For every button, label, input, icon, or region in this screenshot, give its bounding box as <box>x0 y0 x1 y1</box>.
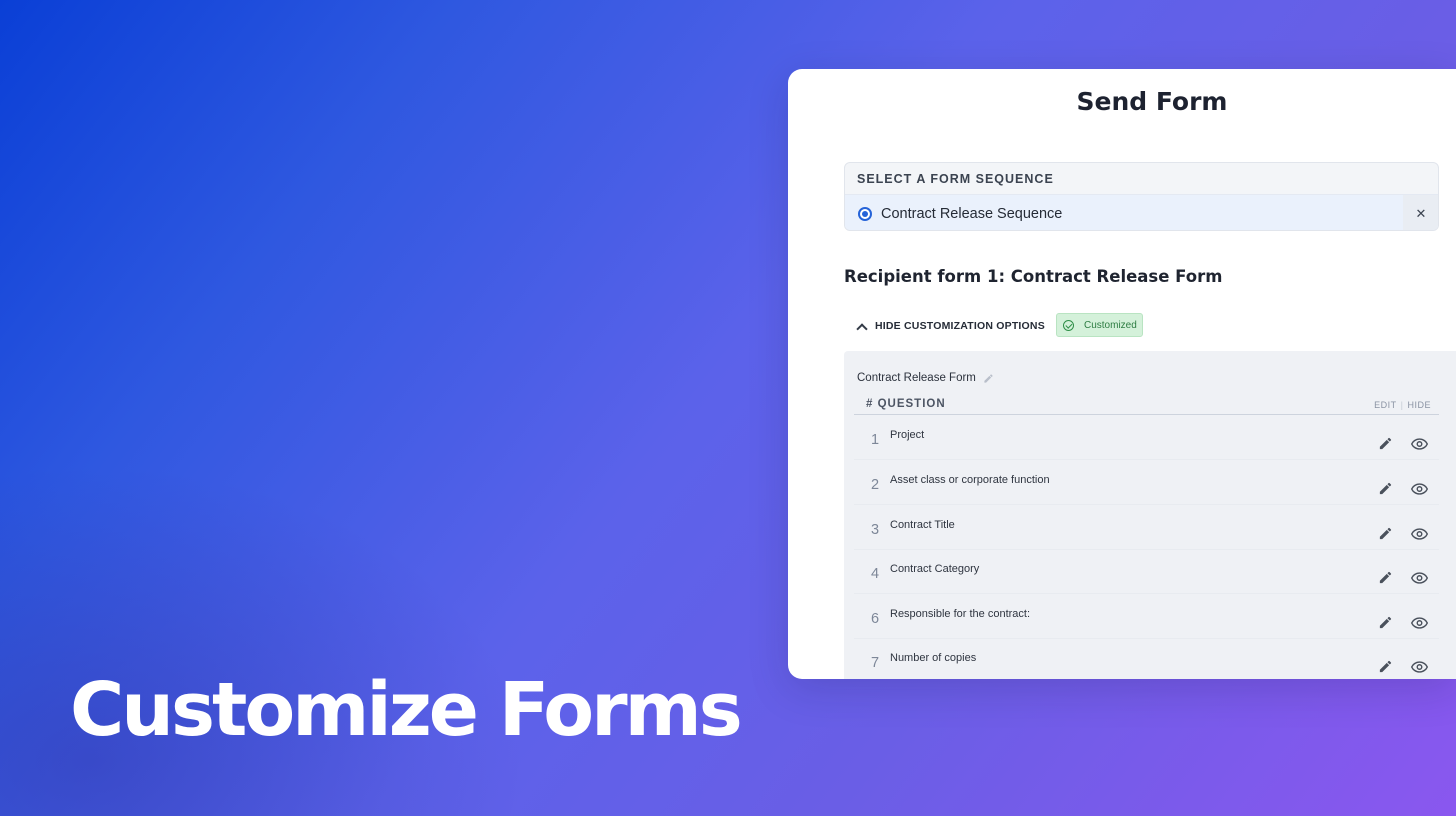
edit-column-header: EDIT <box>1374 400 1397 410</box>
chevron-up-icon <box>856 322 868 335</box>
pencil-icon[interactable] <box>1378 570 1393 590</box>
form-sequence-option[interactable]: Contract Release Sequence ✕ <box>845 194 1438 230</box>
check-circle-icon <box>1063 319 1074 331</box>
eye-icon[interactable] <box>1410 437 1429 455</box>
form-name: Contract Release Form <box>857 372 976 384</box>
recipient-form-title: Recipient form 1: Contract Release Form <box>844 267 1223 286</box>
question-number: 4 <box>871 566 880 582</box>
hide-column-header: HIDE <box>1407 400 1431 410</box>
question-row: 7 Number of copies <box>854 639 1439 679</box>
question-column-header: # QUESTION <box>866 398 946 410</box>
eye-icon[interactable] <box>1410 616 1429 634</box>
customized-badge-label: Customized <box>1084 319 1137 331</box>
eye-icon[interactable] <box>1410 482 1429 500</box>
question-text: Contract Title <box>890 519 955 531</box>
dialog-title: Send Form <box>1076 87 1228 116</box>
hero-title: Customize Forms <box>70 667 743 753</box>
question-row: 1 Project <box>854 416 1439 460</box>
pencil-icon[interactable] <box>1378 436 1393 456</box>
question-text: Project <box>890 429 925 441</box>
pencil-icon[interactable] <box>1378 526 1393 546</box>
question-number: 2 <box>871 477 880 493</box>
pencil-icon[interactable] <box>1378 481 1393 501</box>
actions-column-header: EDIT | HIDE <box>1374 400 1431 410</box>
column-divider: | <box>1400 400 1404 410</box>
hide-customization-label: HIDE CUSTOMIZATION OPTIONS <box>875 320 1045 332</box>
hide-customization-toggle[interactable]: HIDE CUSTOMIZATION OPTIONS <box>856 318 1045 335</box>
question-text: Contract Category <box>890 563 980 575</box>
form-sequence-value: Contract Release Sequence <box>881 206 1063 222</box>
question-text: Asset class or corporate function <box>890 474 1050 486</box>
eye-icon[interactable] <box>1410 660 1429 678</box>
questions-header: # QUESTION EDIT | HIDE <box>854 394 1439 415</box>
question-row: 2 Asset class or corporate function <box>854 461 1439 505</box>
question-text: Number of copies <box>890 652 977 664</box>
send-form-dialog: Send Form SELECT A FORM SEQUENCE Contrac… <box>788 69 1456 679</box>
form-customization-panel: Contract Release Form # QUESTION EDIT | HI… <box>844 351 1456 679</box>
question-number: 7 <box>871 655 880 671</box>
eye-icon[interactable] <box>1410 571 1429 589</box>
eye-icon[interactable] <box>1410 527 1429 545</box>
question-number: 6 <box>871 611 880 627</box>
close-icon[interactable]: ✕ <box>1403 195 1438 230</box>
form-sequence-select: SELECT A FORM SEQUENCE Contract Release … <box>844 162 1439 231</box>
customized-badge: Customized <box>1056 313 1143 337</box>
radio-selected-icon[interactable] <box>858 207 872 221</box>
form-sequence-label: SELECT A FORM SEQUENCE <box>857 172 1054 186</box>
question-text: Responsible for the contract: <box>890 608 1031 620</box>
question-row: 6 Responsible for the contract: <box>854 595 1439 639</box>
pencil-icon[interactable] <box>1378 659 1393 679</box>
pencil-icon[interactable] <box>983 371 994 389</box>
question-row: 4 Contract Category <box>854 550 1439 594</box>
question-number: 1 <box>871 432 880 448</box>
question-row: 3 Contract Title <box>854 506 1439 550</box>
pencil-icon[interactable] <box>1378 615 1393 635</box>
question-number: 3 <box>871 522 880 538</box>
